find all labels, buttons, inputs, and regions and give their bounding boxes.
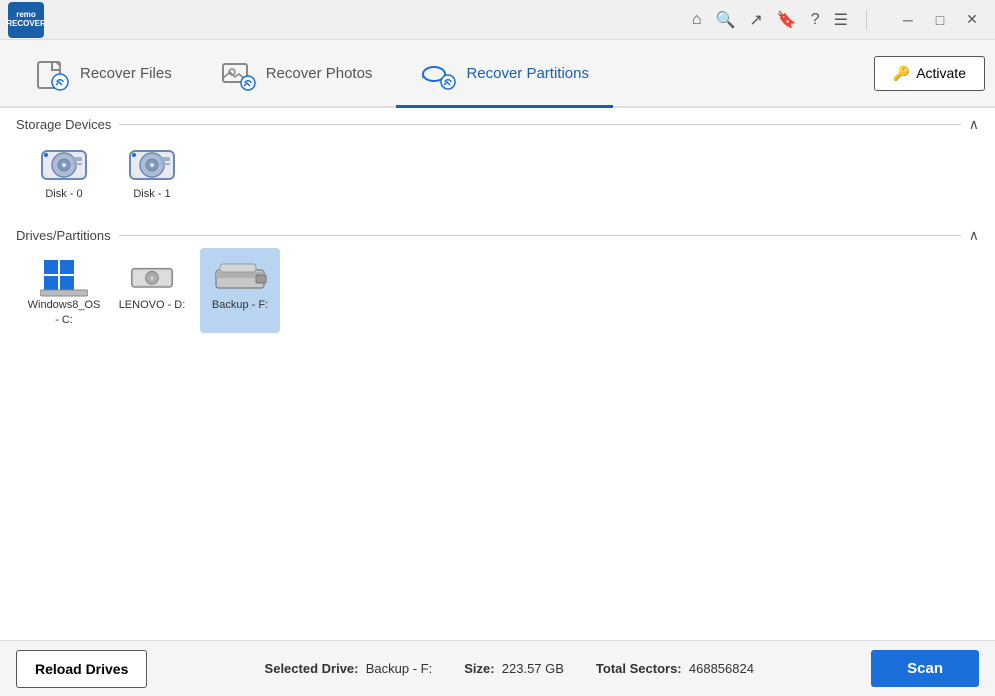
tab-recover-files-label: Recover Files xyxy=(80,65,172,82)
home-icon[interactable]: ⌂ xyxy=(692,11,702,29)
lenovo-d-icon xyxy=(128,254,176,298)
tab-recover-files[interactable]: Recover Files xyxy=(10,42,196,108)
lenovo-d-item[interactable]: LENOVO - D: xyxy=(112,248,192,333)
help-icon[interactable]: ? xyxy=(811,11,820,29)
size-status: Size: 223.57 GB xyxy=(464,661,564,676)
windows-c-icon xyxy=(40,254,88,298)
windows-c-label: Windows8_OS - C: xyxy=(28,298,101,327)
disk0-item[interactable]: Disk - 0 xyxy=(24,137,104,207)
tab-recover-partitions-label: Recover Partitions xyxy=(466,65,589,82)
scan-button[interactable]: Scan xyxy=(871,650,979,687)
disk0-icon xyxy=(38,143,90,187)
minimize-button[interactable]: ─ xyxy=(893,6,923,34)
share-icon[interactable]: ↗ xyxy=(749,10,762,30)
app-logo: remo RECOVER xyxy=(8,2,44,38)
drives-partitions-header: Drives/Partitions ∧ xyxy=(16,227,979,244)
size-value: 223.57 GB xyxy=(502,661,564,676)
storage-devices-header: Storage Devices ∧ xyxy=(16,116,979,133)
storage-devices-section: Storage Devices ∧ Disk - 0 xyxy=(0,108,995,219)
storage-devices-line xyxy=(119,124,960,125)
titlebar-icons: ⌂ 🔍 ↗ 🔖 ? ☰ ─ □ ✕ xyxy=(692,6,987,34)
drives-partitions-label: Drives/Partitions xyxy=(16,228,111,243)
lenovo-d-label: LENOVO - D: xyxy=(119,298,186,312)
close-button[interactable]: ✕ xyxy=(957,6,987,34)
status-info: Selected Drive: Backup - F: Size: 223.57… xyxy=(171,661,847,676)
storage-devices-grid: Disk - 0 Disk - 1 xyxy=(16,133,979,215)
drives-partitions-section: Drives/Partitions ∧ Windows8_OS - C: xyxy=(0,219,995,345)
window-controls: ─ □ ✕ xyxy=(893,6,987,34)
titlebar: remo RECOVER ⌂ 🔍 ↗ 🔖 ? ☰ ─ □ ✕ xyxy=(0,0,995,40)
bookmark-icon[interactable]: 🔖 xyxy=(777,10,797,30)
disk0-label: Disk - 0 xyxy=(45,187,82,201)
recover-partitions-icon xyxy=(420,56,456,92)
backup-f-label: Backup - F: xyxy=(212,298,268,312)
titlebar-left: remo RECOVER xyxy=(8,2,44,38)
menu-icon[interactable]: ☰ xyxy=(834,10,848,30)
drives-partitions-grid: Windows8_OS - C: LENOVO - D: xyxy=(16,244,979,341)
backup-f-item[interactable]: Backup - F: xyxy=(200,248,280,333)
reload-drives-button[interactable]: Reload Drives xyxy=(16,650,147,688)
activate-button[interactable]: 🔑 Activate xyxy=(874,56,985,91)
tab-recover-photos-label: Recover Photos xyxy=(266,65,373,82)
recover-photos-icon xyxy=(220,56,256,92)
windows-c-item[interactable]: Windows8_OS - C: xyxy=(24,248,104,333)
disk1-item[interactable]: Disk - 1 xyxy=(112,137,192,207)
drives-partitions-line xyxy=(119,235,961,236)
separator xyxy=(866,10,867,30)
storage-devices-label: Storage Devices xyxy=(16,117,111,132)
main-content: Storage Devices ∧ Disk - 0 xyxy=(0,108,995,640)
bottom-bar: Reload Drives Selected Drive: Backup - F… xyxy=(0,640,995,696)
tab-recover-partitions[interactable]: Recover Partitions xyxy=(396,42,613,108)
search-icon[interactable]: 🔍 xyxy=(716,10,736,30)
total-sectors-value: 468856824 xyxy=(689,661,754,676)
storage-devices-chevron[interactable]: ∧ xyxy=(969,116,979,133)
disk1-label: Disk - 1 xyxy=(133,187,170,201)
recover-files-icon xyxy=(34,56,70,92)
total-sectors-status: Total Sectors: 468856824 xyxy=(596,661,754,676)
disk1-icon xyxy=(126,143,178,187)
selected-drive-value: Backup - F: xyxy=(366,661,432,676)
backup-f-icon xyxy=(212,254,268,298)
drives-partitions-chevron[interactable]: ∧ xyxy=(969,227,979,244)
key-icon: 🔑 xyxy=(893,65,910,82)
maximize-button[interactable]: □ xyxy=(925,6,955,34)
tab-recover-photos[interactable]: Recover Photos xyxy=(196,42,397,108)
selected-drive-status: Selected Drive: Backup - F: xyxy=(265,661,433,676)
tabbar: Recover Files Recover Photos Recover Par… xyxy=(0,40,995,108)
